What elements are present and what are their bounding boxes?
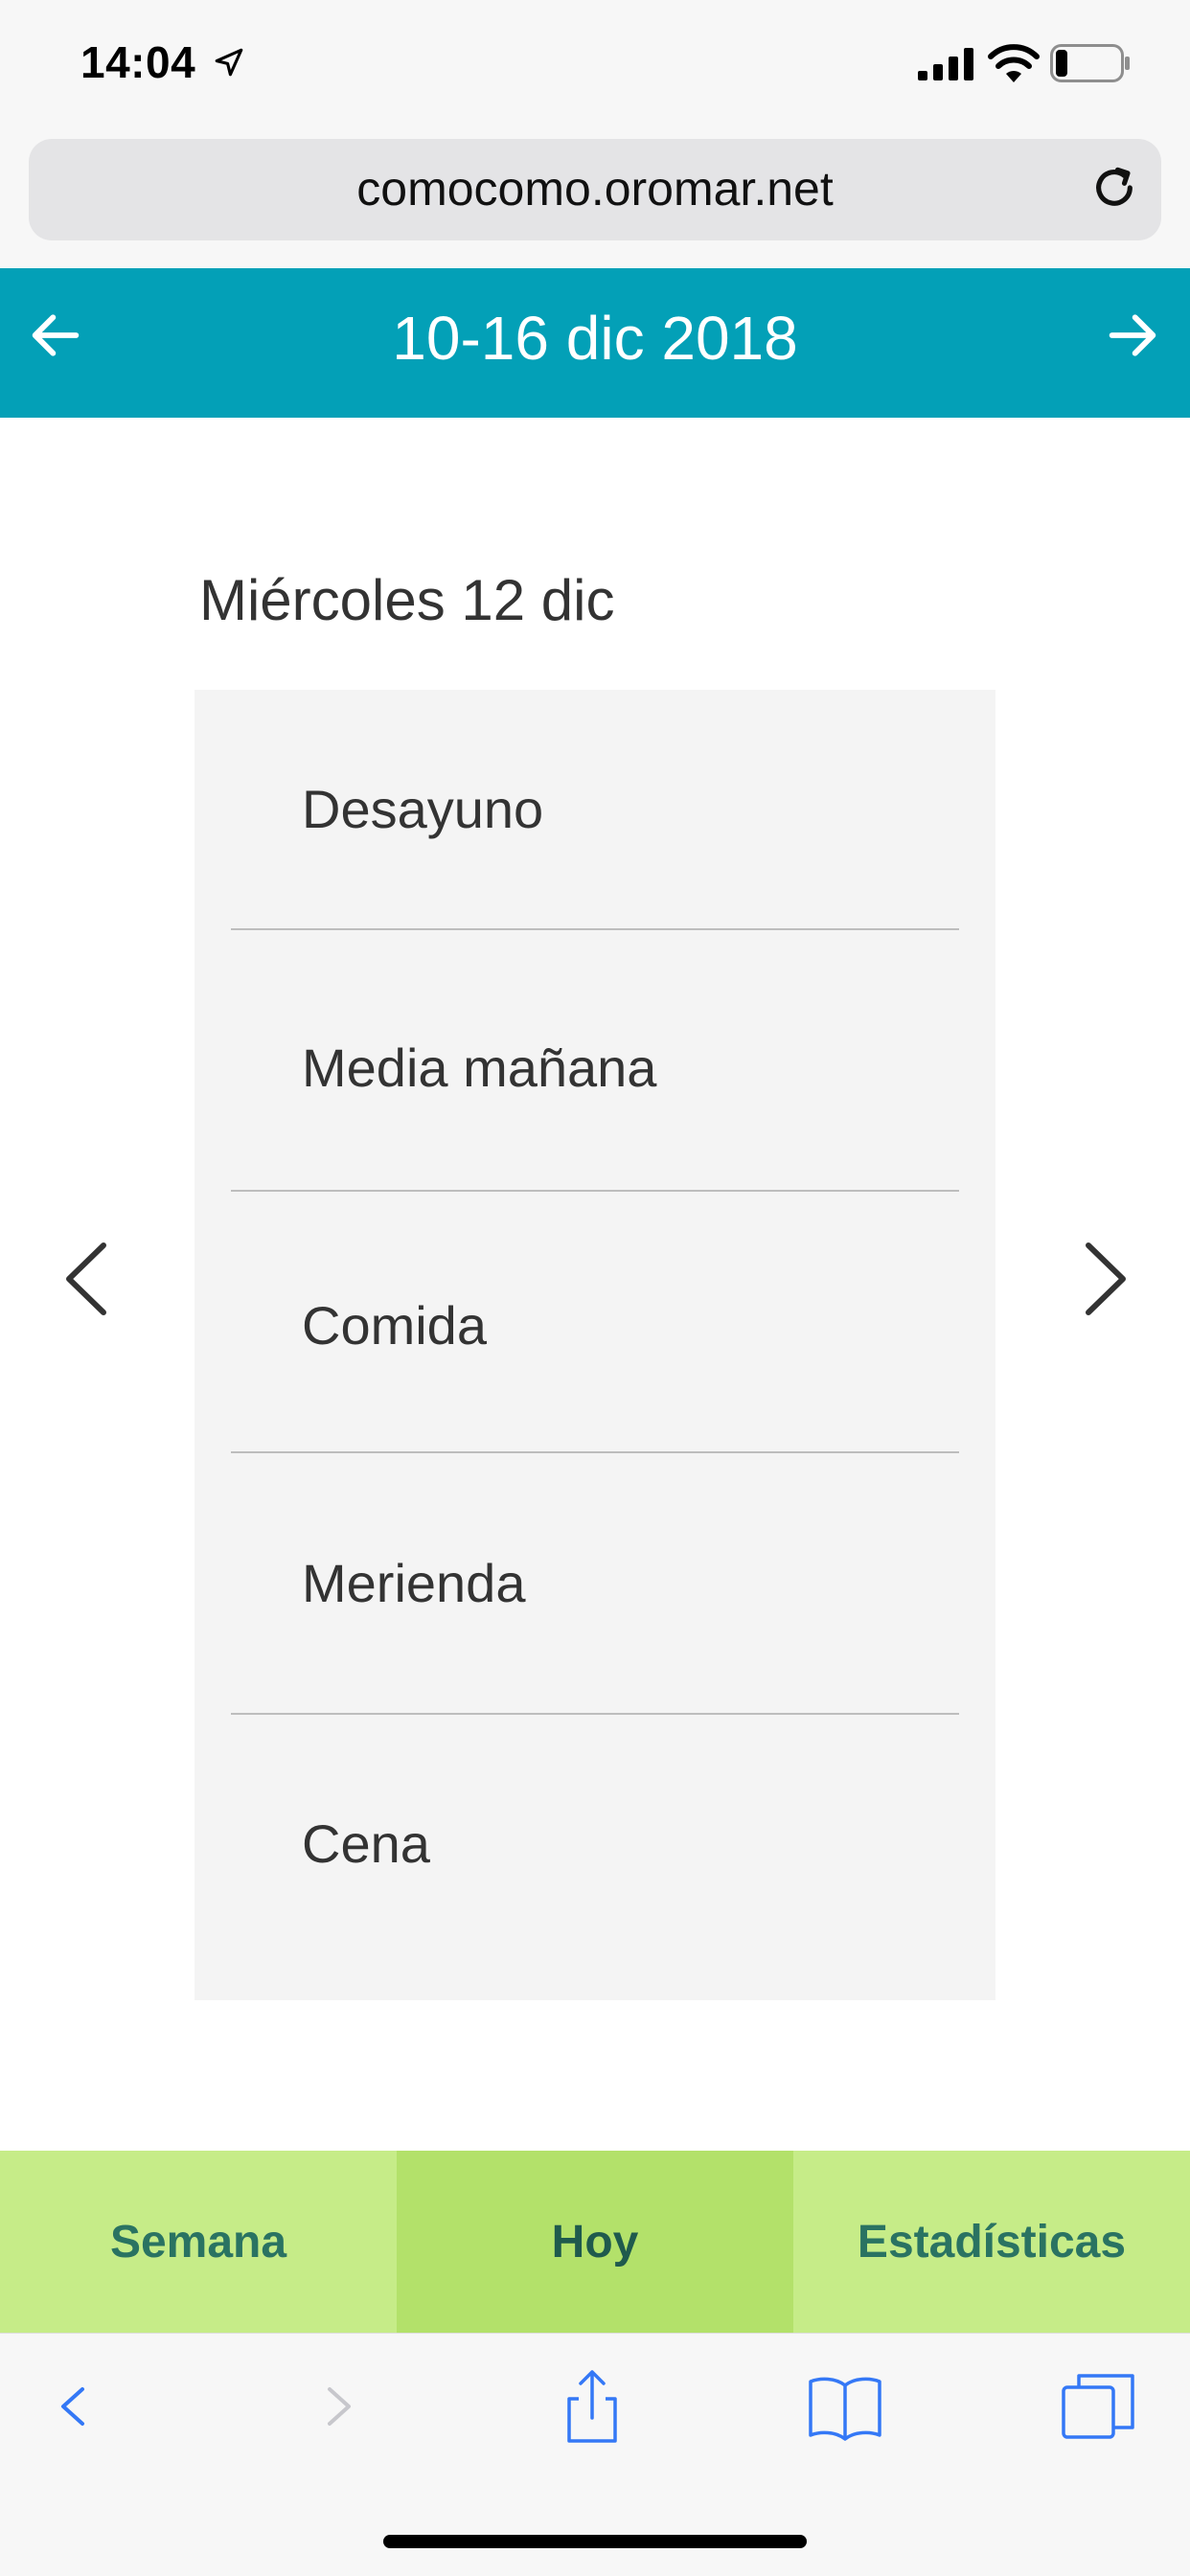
week-range-title: 10-16 dic 2018 (392, 304, 798, 373)
meal-label: Comida (302, 1295, 487, 1356)
meal-item-media-manana[interactable]: Media mañana (231, 929, 959, 1192)
bookmarks-icon[interactable] (805, 2366, 885, 2447)
tab-hoy[interactable]: Hoy (397, 2151, 793, 2333)
tab-estadisticas[interactable]: Estadísticas (793, 2151, 1190, 2333)
meal-item-merienda[interactable]: Merienda (231, 1452, 959, 1715)
wifi-icon (988, 44, 1040, 82)
next-week-arrow-icon[interactable] (1102, 305, 1163, 366)
tab-semana[interactable]: Semana (0, 2151, 397, 2333)
meal-item-cena[interactable]: Cena (231, 1714, 959, 2000)
meal-label: Media mañana (302, 1037, 657, 1098)
bottom-tab-bar: Semana Hoy Estadísticas (0, 2151, 1190, 2333)
forward-icon[interactable] (297, 2366, 378, 2447)
meal-label: Desayuno (302, 779, 544, 839)
meal-item-desayuno[interactable]: Desayuno (231, 690, 959, 930)
share-icon[interactable] (552, 2366, 632, 2447)
reload-icon[interactable] (1087, 161, 1141, 215)
meal-label: Merienda (302, 1553, 526, 1613)
home-indicator (383, 2535, 807, 2548)
battery-icon (1050, 44, 1130, 82)
next-day-chevron-icon[interactable] (1077, 1236, 1134, 1322)
meal-list: Desayuno Media mañana Comida Merienda Ce… (195, 690, 995, 2000)
location-arrow-icon (215, 48, 243, 77)
meal-item-comida[interactable]: Comida (231, 1191, 959, 1453)
tabs-icon[interactable] (1058, 2366, 1138, 2447)
day-title: Miércoles 12 dic (199, 568, 615, 632)
status-time: 14:04 (80, 37, 196, 87)
back-icon[interactable] (33, 2366, 113, 2447)
url-text[interactable]: comocomo.oromar.net (29, 161, 1161, 217)
meal-label: Cena (302, 1813, 430, 1874)
signal-icon (918, 48, 973, 80)
previous-day-chevron-icon[interactable] (57, 1236, 115, 1322)
